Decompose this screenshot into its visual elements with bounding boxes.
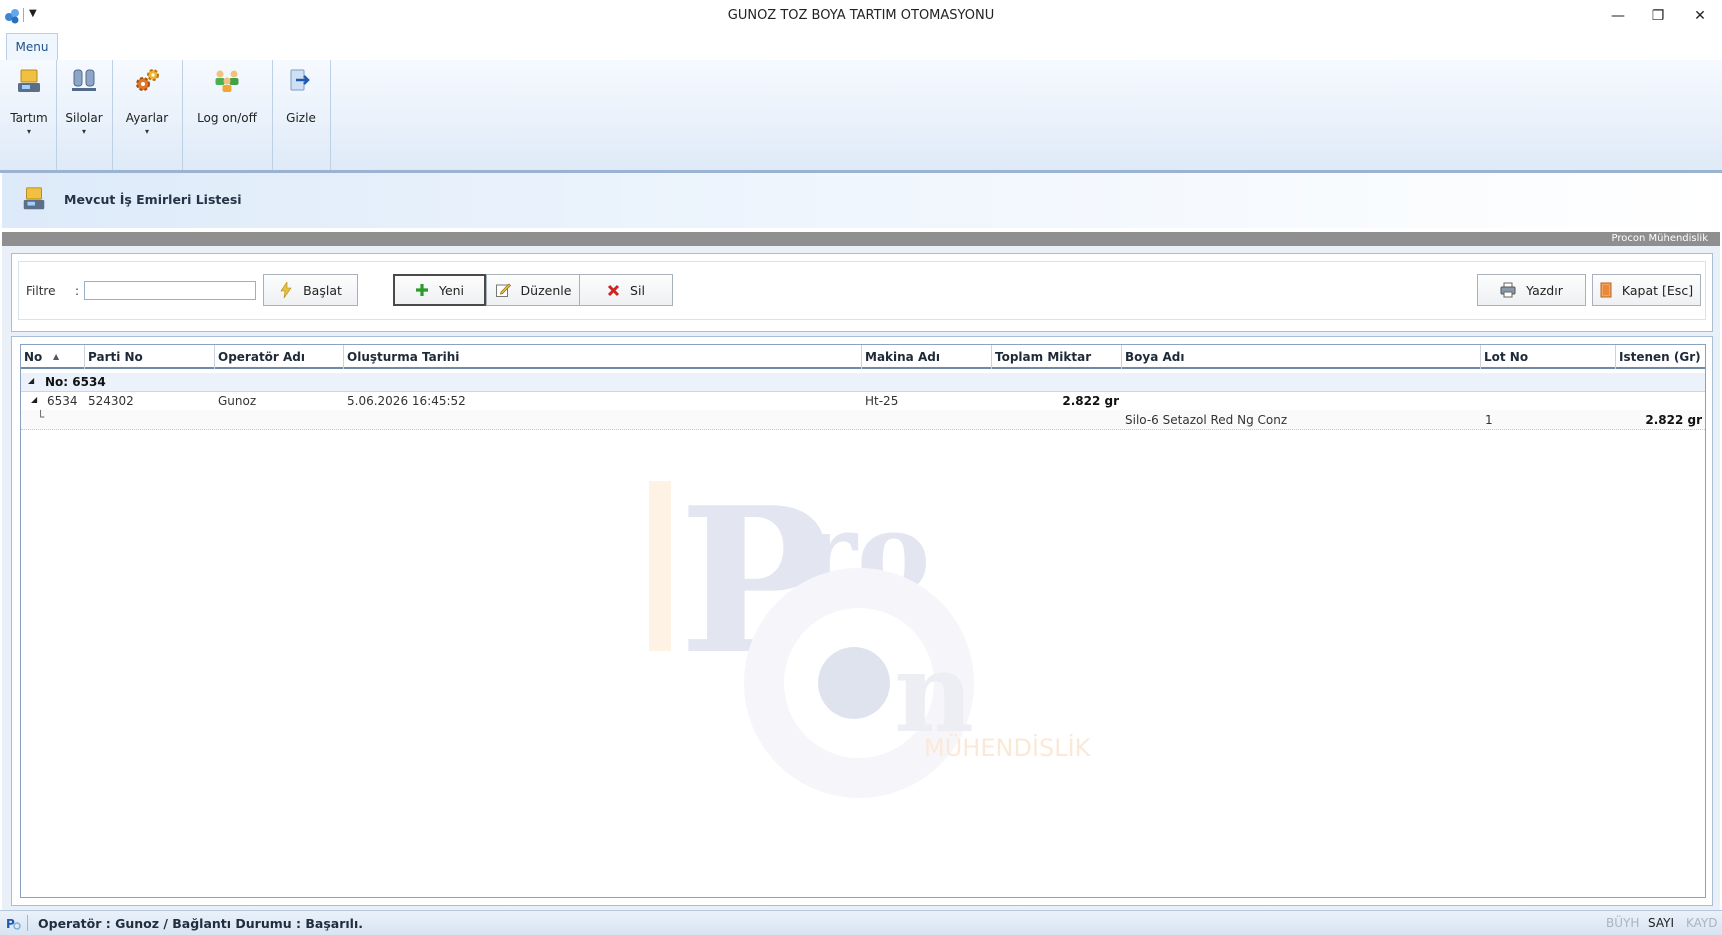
new-button-label: Yeni — [438, 282, 465, 298]
ribbon-tab-strip — [0, 32, 1722, 61]
ribbon-label: Ayarlar — [125, 111, 169, 125]
lightning-icon — [280, 282, 292, 298]
column-header-istenen[interactable]: Istenen (Gr) — [1616, 345, 1705, 369]
status-bar: P Operatör : Gunoz / Bağlantı Durumu : B… — [0, 910, 1722, 935]
chevron-down-icon: ▾ — [81, 127, 86, 136]
print-button[interactable]: Yazdır — [1477, 274, 1586, 306]
cell-tarih: 5.06.2026 16:45:52 — [347, 394, 466, 408]
column-header-operator[interactable]: Operatör Adı — [215, 345, 344, 369]
scale-icon — [18, 69, 40, 92]
column-header-boya[interactable]: Boya Adı — [1122, 345, 1481, 369]
column-header-label: No — [24, 350, 43, 364]
column-header-toplam[interactable]: Toplam Miktar — [992, 345, 1122, 369]
num-lock-indicator: SAYI — [1648, 916, 1674, 930]
filter-input[interactable] — [84, 281, 256, 300]
window-title: GUNOZ TOZ BOYA TARTIM OTOMASYONU — [727, 8, 995, 23]
silo-icon — [72, 69, 96, 91]
caps-lock-indicator: BÜYH — [1606, 916, 1640, 930]
cell-boya: Silo-6 Setazol Red Ng Conz — [1125, 413, 1288, 427]
start-button[interactable]: Başlat — [263, 274, 358, 306]
filter-label: Filtre — [26, 284, 56, 298]
column-header-tarih[interactable]: Oluşturma Tarihi — [344, 345, 862, 369]
status-divider — [27, 915, 28, 931]
cell-lot: 1 — [1485, 413, 1493, 427]
edit-icon — [495, 283, 511, 297]
cell-parti-no: 524302 — [88, 394, 134, 408]
users-icon — [215, 70, 239, 92]
cell-toplam: 2.822 gr — [1062, 394, 1119, 408]
restore-button[interactable]: ❐ — [1638, 4, 1678, 28]
chevron-down-icon: ▾ — [26, 127, 31, 136]
detail-row[interactable]: └ Silo-6 Setazol Red Ng Conz 1 2.822 gr — [21, 410, 1705, 430]
page-title: Mevcut İş Emirleri Listesi — [64, 192, 242, 207]
ribbon-label: Tartım — [10, 111, 48, 125]
column-header-makina[interactable]: Makina Adı — [862, 345, 992, 369]
company-name: Procon Mühendislik — [1611, 233, 1708, 244]
cell-operator: Gunoz — [218, 394, 257, 408]
plus-icon — [415, 284, 428, 296]
exit-door-icon — [1600, 282, 1612, 298]
ribbon-button-silolar[interactable]: Silolar ▾ — [56, 60, 113, 170]
delete-button-label: Sil — [630, 282, 645, 298]
group-row[interactable]: ◢ No: 6534 — [21, 373, 1705, 392]
ribbon-label: Gizle — [286, 111, 316, 125]
start-button-label: Başlat — [303, 282, 342, 298]
close-button[interactable]: Kapat [Esc] — [1592, 274, 1701, 306]
cell-no: 6534 — [47, 394, 78, 408]
work-order-grid[interactable]: P ro n MÜHENDİSLİK No ▲ Parti No Operatö… — [20, 344, 1706, 898]
printer-icon — [1500, 282, 1516, 298]
procon-small-icon: P — [6, 917, 21, 931]
company-bar: Procon Mühendislik — [2, 232, 1720, 246]
column-header-parti-no[interactable]: Parti No — [85, 345, 215, 369]
edit-button-label: Düzenle — [520, 282, 572, 298]
edit-button[interactable]: Düzenle — [486, 274, 580, 306]
tab-menu[interactable]: Menu — [6, 33, 58, 61]
tree-connector-icon: └ — [37, 410, 45, 424]
gears-icon — [136, 69, 159, 91]
ribbon-label: Log on/off — [197, 111, 257, 125]
page-header: Mevcut İş Emirleri Listesi — [2, 173, 1720, 228]
column-header-lot[interactable]: Lot No — [1481, 345, 1616, 369]
column-header-no[interactable]: No ▲ — [21, 345, 85, 369]
close-window-button[interactable]: ✕ — [1680, 4, 1720, 28]
delete-button[interactable]: Sil — [579, 274, 673, 306]
group-label: No: 6534 — [45, 375, 106, 389]
delete-x-icon — [607, 284, 620, 296]
cell-makina: Ht-25 — [865, 394, 899, 408]
scale-icon — [23, 187, 45, 210]
collapse-triangle-icon[interactable]: ◢ — [31, 395, 37, 404]
collapse-triangle-icon[interactable]: ◢ — [28, 376, 34, 385]
hide-arrow-icon — [290, 69, 310, 91]
ribbon-label: Silolar — [65, 111, 103, 125]
sort-asc-icon: ▲ — [53, 352, 60, 361]
svg-text:P: P — [6, 917, 15, 931]
minimize-button[interactable]: — — [1598, 4, 1638, 28]
procon-watermark-logo: P ro n MÜHENDİSLİK — [649, 471, 1092, 798]
filter-colon: : — [75, 284, 80, 298]
cell-istenen: 2.822 gr — [1645, 413, 1702, 427]
status-text: Operatör : Gunoz / Bağlantı Durumu : Baş… — [38, 916, 363, 931]
svg-text:MÜHENDİSLİK: MÜHENDİSLİK — [924, 733, 1092, 762]
ribbon-button-gizle[interactable]: Gizle — [272, 60, 331, 170]
title-bar: ▼ GUNOZ TOZ BOYA TARTIM OTOMASYONU — ❐ ✕ — [0, 0, 1722, 32]
table-row[interactable]: ◢ 6534 524302 Gunoz 5.06.2026 16:45:52 H… — [21, 392, 1705, 411]
ribbon-button-ayarlar[interactable]: Ayarlar ▾ — [112, 60, 183, 170]
print-button-label: Yazdır — [1526, 282, 1563, 298]
ribbon-button-log-on-off[interactable]: Log on/off — [182, 60, 273, 170]
chevron-down-icon: ▾ — [144, 127, 149, 136]
scroll-lock-indicator: KAYD — [1686, 916, 1718, 930]
ribbon-button-tartim[interactable]: Tartım ▾ — [2, 60, 57, 170]
close-button-label: Kapat [Esc] — [1621, 282, 1694, 298]
new-button[interactable]: Yeni — [393, 274, 486, 306]
